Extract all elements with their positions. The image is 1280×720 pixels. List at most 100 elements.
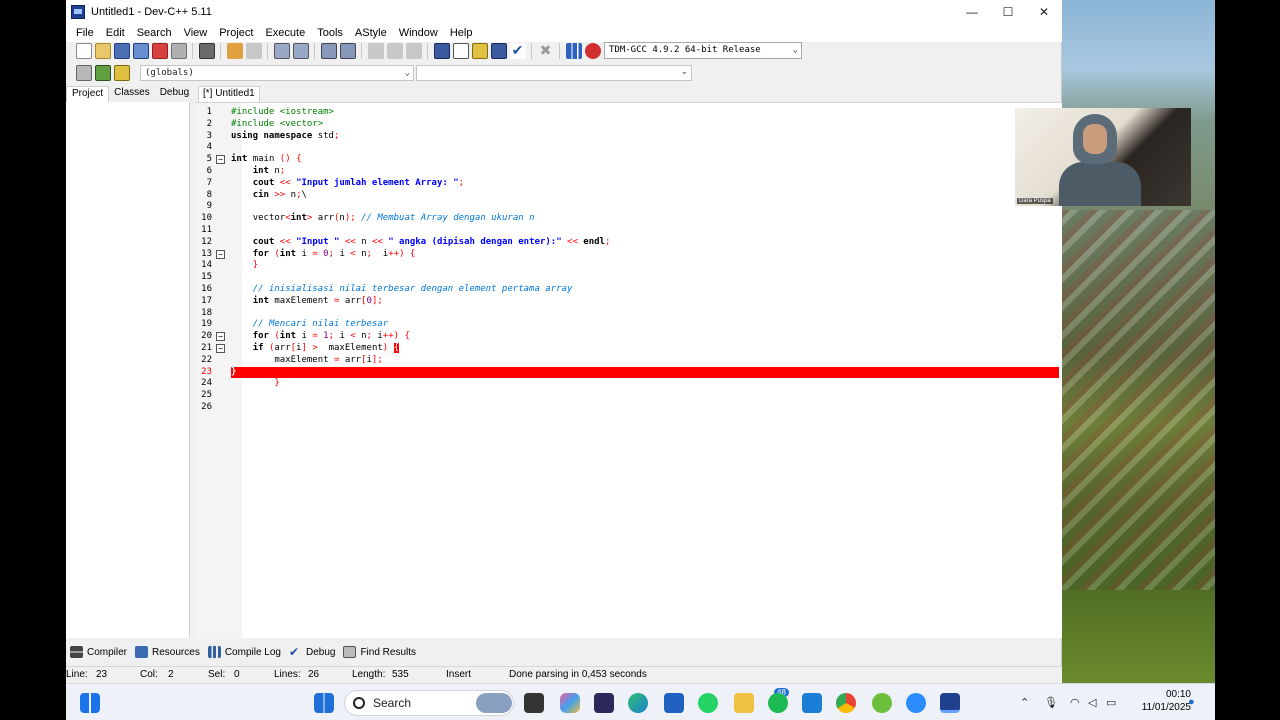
- file-explorer-icon[interactable]: [734, 693, 754, 713]
- zoom-icon[interactable]: [906, 693, 926, 713]
- indent-icon[interactable]: [320, 43, 337, 59]
- code-line[interactable]: 24 }: [196, 378, 1062, 390]
- tab-debug[interactable]: Debug: [155, 86, 194, 102]
- redo-icon[interactable]: [245, 43, 262, 59]
- jetbrains-icon[interactable]: [594, 693, 614, 713]
- code-line[interactable]: 8 cin >> n;\: [196, 190, 1062, 202]
- fold-toggle-icon[interactable]: −: [216, 155, 225, 165]
- fold-toggle-icon[interactable]: −: [216, 249, 225, 259]
- compiler-select[interactable]: TDM-GCC 4.9.2 64-bit Release ⌄: [604, 42, 802, 59]
- devcpp-taskbar-icon[interactable]: [940, 693, 960, 713]
- code-line[interactable]: 13− for (int i = 0; i < n; i++) {: [196, 249, 1062, 261]
- editor-tab-untitled1[interactable]: [*] Untitled1: [198, 86, 260, 102]
- code-editor[interactable]: 1 #include <iostream> 2 #include <vector> 3 u…: [196, 102, 1062, 639]
- copilot-icon[interactable]: [560, 693, 580, 713]
- qgis-icon[interactable]: [872, 693, 892, 713]
- goto-icon[interactable]: [405, 43, 422, 59]
- code-text: for (int i = 0; i < n; i++) {: [252, 248, 416, 259]
- compile-icon[interactable]: [433, 43, 450, 59]
- maximize-button[interactable]: ☐: [990, 0, 1026, 24]
- replace-icon[interactable]: [292, 43, 309, 59]
- stop-execution-icon[interactable]: ✖: [538, 43, 554, 59]
- bookmark-prev-icon[interactable]: [367, 43, 384, 59]
- code-line[interactable]: 7 cout << "Input jumlah element Array: "…: [196, 178, 1062, 190]
- minimize-button[interactable]: —: [954, 0, 990, 24]
- compile-run-icon[interactable]: [471, 43, 488, 59]
- code-line[interactable]: 4: [196, 142, 1062, 154]
- fold-toggle-icon[interactable]: −: [216, 332, 225, 342]
- code-line[interactable]: 22 maxElement = arr[i];: [196, 355, 1062, 367]
- tab-classes[interactable]: Classes: [109, 86, 155, 102]
- unindent-icon[interactable]: [339, 43, 356, 59]
- code-line[interactable]: 25: [196, 390, 1062, 402]
- code-line[interactable]: 14 }: [196, 260, 1062, 272]
- status-line-label: Line:: [66, 669, 88, 680]
- code-line[interactable]: 23}: [196, 366, 1062, 379]
- toggle-bookmark-icon[interactable]: [113, 65, 130, 81]
- undo-icon[interactable]: [226, 43, 243, 59]
- store-icon[interactable]: [664, 693, 684, 713]
- member-select[interactable]: ⌄: [416, 65, 692, 81]
- code-line[interactable]: 21− if (arr[i] > maxElement) {: [196, 342, 1062, 355]
- tab-resources[interactable]: Resources: [135, 646, 200, 658]
- clock[interactable]: 00:10 11/01/2025: [1142, 688, 1191, 714]
- widgets-icon[interactable]: [80, 693, 100, 713]
- title-bar[interactable]: Untitled1 - Dev-C++ 5.11 — ☐ ✕: [66, 0, 1062, 24]
- bookmark-next-icon[interactable]: [386, 43, 403, 59]
- code-line[interactable]: 10 vector<int> arr(n); // Membuat Array …: [196, 213, 1062, 225]
- find-icon[interactable]: [273, 43, 290, 59]
- tab-project[interactable]: Project: [66, 86, 110, 102]
- tab-find-results[interactable]: Find Results: [343, 646, 416, 658]
- code-line[interactable]: 1 #include <iostream>: [196, 107, 1062, 119]
- fold-toggle-icon[interactable]: −: [216, 343, 225, 353]
- spotify-icon[interactable]: [768, 693, 788, 713]
- profile-icon[interactable]: [565, 43, 582, 59]
- open-folder-icon[interactable]: [94, 43, 111, 59]
- tab-compile-log[interactable]: Compile Log: [207, 646, 281, 658]
- microphone-icon[interactable]: 🎙: [1044, 696, 1058, 709]
- code-line[interactable]: 17 int maxElement = arr[0];: [196, 296, 1062, 308]
- webcam-name-label: Dara Puspa: [1017, 198, 1053, 204]
- goto-bookmark-icon[interactable]: [94, 65, 111, 81]
- code-line[interactable]: 3 using namespace std;: [196, 131, 1062, 143]
- tab-debug-output[interactable]: ✔ Debug: [289, 646, 335, 658]
- vscode-icon[interactable]: [802, 693, 822, 713]
- rebuild-icon[interactable]: [490, 43, 507, 59]
- wifi-icon[interactable]: ◠: [1070, 696, 1080, 709]
- edge-icon[interactable]: [628, 693, 648, 713]
- new-file-icon[interactable]: [75, 43, 92, 59]
- notification-bell-icon[interactable]: ●: [1188, 696, 1195, 708]
- close-all-icon[interactable]: [170, 43, 187, 59]
- close-button[interactable]: ✕: [1026, 0, 1062, 24]
- code-line[interactable]: 5− int main () {: [196, 154, 1062, 166]
- code-line[interactable]: 12 cout << "Input " << n << " angka (dip…: [196, 237, 1062, 249]
- project-browser[interactable]: [66, 102, 190, 638]
- save-icon[interactable]: [113, 43, 130, 59]
- code-line[interactable]: 15: [196, 272, 1062, 284]
- volume-icon[interactable]: ◁: [1088, 696, 1096, 709]
- code-line[interactable]: 18: [196, 308, 1062, 320]
- code-line[interactable]: 2 #include <vector>: [196, 119, 1062, 131]
- code-line[interactable]: 9: [196, 201, 1062, 213]
- code-line[interactable]: 19 // Mencari nilai terbesar: [196, 319, 1062, 331]
- save-all-icon[interactable]: [132, 43, 149, 59]
- chrome-icon[interactable]: [836, 693, 856, 713]
- close-file-icon[interactable]: [151, 43, 168, 59]
- debug-icon[interactable]: [584, 43, 601, 59]
- print-icon[interactable]: [198, 43, 215, 59]
- code-line[interactable]: 26: [196, 402, 1062, 414]
- task-view-icon[interactable]: [524, 693, 544, 713]
- start-icon[interactable]: [314, 693, 334, 713]
- code-line[interactable]: 16 // inisialisasi nilai terbesar dengan…: [196, 284, 1062, 296]
- code-line[interactable]: 6 int n;: [196, 166, 1062, 178]
- code-line[interactable]: 11: [196, 225, 1062, 237]
- insert-icon[interactable]: [75, 65, 92, 81]
- chevron-up-icon[interactable]: ⌃: [1020, 696, 1029, 709]
- whatsapp-icon[interactable]: [698, 693, 718, 713]
- battery-icon[interactable]: ▭: [1106, 696, 1116, 709]
- run-icon[interactable]: [452, 43, 469, 59]
- syntax-check-icon[interactable]: ✔: [509, 43, 526, 59]
- code-line[interactable]: 20− for (int i = 1; i < n; i++) {: [196, 331, 1062, 343]
- tab-compiler[interactable]: Compiler: [70, 646, 127, 658]
- scope-select[interactable]: (globals) ⌄: [140, 65, 414, 81]
